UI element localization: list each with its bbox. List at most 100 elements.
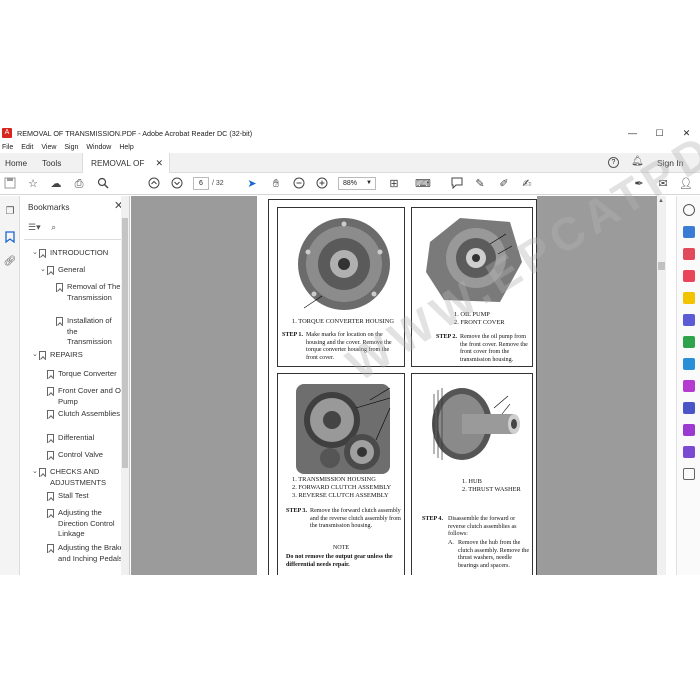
draw-icon[interactable]: ✐ bbox=[497, 177, 511, 191]
menu-file[interactable]: File bbox=[2, 144, 13, 151]
bookmarks-scrollbar[interactable] bbox=[121, 196, 129, 575]
chevron-down-icon[interactable]: ⌄ bbox=[32, 350, 38, 361]
bookmark-item[interactable]: ⌄ REPAIRS bbox=[32, 350, 126, 361]
bookmark-flag-icon bbox=[39, 249, 46, 258]
comment-icon[interactable] bbox=[450, 177, 464, 191]
comment-tool-icon[interactable] bbox=[683, 292, 695, 304]
bookmark-flag-icon bbox=[47, 266, 54, 275]
bookmark-item[interactable]: Installation of the Transmission bbox=[56, 316, 121, 348]
acrobat-icon: A bbox=[2, 128, 12, 138]
menu-help[interactable]: Help bbox=[119, 144, 133, 151]
combine-files-icon[interactable] bbox=[683, 314, 695, 326]
right-tools-rail bbox=[676, 196, 700, 575]
document-viewport[interactable]: 1. TORQUE CONVERTER HOUSING STEP 1. Make… bbox=[131, 125, 700, 575]
highlight-pen-icon[interactable]: ✎ bbox=[473, 177, 487, 191]
fill-sign-icon[interactable]: ✒ bbox=[632, 177, 646, 191]
tab-home[interactable]: Home bbox=[5, 153, 27, 173]
attachments-icon[interactable]: 🔗︎ bbox=[3, 256, 17, 270]
bookmark-flag-icon bbox=[47, 509, 54, 518]
minimize-button[interactable]: — bbox=[619, 125, 646, 141]
bookmark-item[interactable]: ⌄ CHECKS AND ADJUSTMENTS bbox=[32, 467, 120, 488]
bookmark-item[interactable]: Stall Test bbox=[47, 491, 126, 502]
tab-document[interactable]: REMOVAL OF TRA... ✕ bbox=[82, 153, 170, 188]
figure-panel-2: 1. OIL PUMP 2. FRONT COVER STEP 2. Remov… bbox=[411, 207, 533, 367]
bookmark-item[interactable]: Adjusting the Brake and Inching Pedals bbox=[47, 543, 124, 564]
bookmark-item[interactable]: ⌄ INTRODUCTION bbox=[32, 248, 126, 259]
close-button[interactable]: ✕ bbox=[673, 125, 700, 141]
star-bookmark-icon[interactable]: ☆ bbox=[26, 177, 40, 191]
bookmark-item[interactable]: Clutch Assemblies bbox=[47, 409, 126, 420]
request-signature-icon[interactable] bbox=[683, 446, 695, 458]
edit-pdf-icon[interactable] bbox=[683, 270, 695, 282]
step-label: STEP 1. bbox=[282, 332, 303, 338]
left-navigation-rail: ❐ 🔗︎ bbox=[0, 196, 20, 575]
email-icon[interactable]: ✉ bbox=[656, 177, 670, 191]
scroll-up-icon[interactable]: ▲ bbox=[658, 198, 664, 204]
zoom-tool-icon[interactable] bbox=[683, 204, 695, 216]
hub-thrust-washer-photo bbox=[422, 380, 526, 470]
share-user-icon[interactable]: 👤︎ bbox=[679, 177, 693, 191]
maximize-button[interactable]: ☐ bbox=[646, 125, 673, 141]
chevron-down-icon[interactable]: ⌄ bbox=[40, 265, 46, 276]
print-icon[interactable]: ⎙ bbox=[72, 177, 86, 191]
select-cursor-icon[interactable]: ➤ bbox=[245, 177, 259, 191]
page-fit-icon[interactable]: ⊞ bbox=[387, 177, 401, 191]
scan-ocr-icon[interactable] bbox=[683, 358, 695, 370]
chevron-down-icon[interactable]: ⌄ bbox=[32, 248, 38, 259]
bookmark-item[interactable]: ⌄ General bbox=[40, 265, 126, 276]
step-text: Make marks for location on the housing a… bbox=[306, 332, 392, 361]
chevron-down-icon[interactable]: ⌄ bbox=[32, 467, 38, 478]
save-icon[interactable] bbox=[3, 177, 17, 191]
step-label: STEP 2. bbox=[436, 334, 457, 340]
bookmark-item[interactable]: Differential bbox=[47, 433, 126, 444]
previous-page-icon[interactable] bbox=[147, 177, 161, 191]
protect-icon[interactable] bbox=[683, 402, 695, 414]
help-icon[interactable]: ? bbox=[608, 157, 619, 168]
bookmark-label: Stall Test bbox=[58, 491, 89, 500]
more-tools-icon[interactable] bbox=[683, 468, 695, 480]
bookmark-flag-icon bbox=[56, 317, 63, 326]
scrollbar-thumb[interactable] bbox=[122, 218, 128, 468]
menu-view[interactable]: View bbox=[41, 144, 56, 151]
torque-converter-housing-photo bbox=[290, 212, 394, 312]
bookmark-item[interactable]: Removal of The Transmission bbox=[56, 282, 121, 303]
zoom-in-icon[interactable] bbox=[315, 177, 329, 191]
page-thumbnails-icon[interactable]: ❐ bbox=[3, 206, 17, 220]
bookmark-item[interactable]: Front Cover and Oil Pump bbox=[47, 386, 126, 407]
zoom-level-select[interactable]: 88% ▼ bbox=[338, 177, 376, 190]
menu-window[interactable]: Window bbox=[86, 144, 111, 151]
oil-pump-front-cover-photo bbox=[420, 212, 526, 308]
zoom-out-icon[interactable] bbox=[292, 177, 306, 191]
page-total: / 32 bbox=[212, 180, 224, 187]
bookmark-item[interactable]: Control Valve bbox=[47, 450, 126, 461]
create-pdf-icon[interactable] bbox=[683, 248, 695, 260]
page-number-input[interactable]: 6 bbox=[193, 177, 209, 190]
keyboard-icon[interactable]: ⌨ bbox=[415, 177, 431, 191]
scrollbar-thumb[interactable] bbox=[658, 262, 665, 270]
menu-edit[interactable]: Edit bbox=[21, 144, 33, 151]
close-tab-icon[interactable]: ✕ bbox=[155, 153, 163, 173]
send-for-signature-icon[interactable] bbox=[683, 424, 695, 436]
menu-sign[interactable]: Sign bbox=[64, 144, 78, 151]
notification-bell-icon[interactable]: 🔔︎ bbox=[631, 156, 644, 167]
sign-icon[interactable]: ✍︎ bbox=[520, 177, 534, 191]
bookmark-label: INTRODUCTION bbox=[50, 248, 109, 257]
fill-sign-tool-icon[interactable] bbox=[683, 380, 695, 392]
export-pdf-icon[interactable] bbox=[683, 226, 695, 238]
bookmark-item[interactable]: Torque Converter bbox=[47, 369, 126, 380]
find-search-icon[interactable] bbox=[96, 177, 110, 191]
hand-pan-icon[interactable]: ✋︎ bbox=[269, 177, 283, 191]
bookmark-flag-icon bbox=[56, 283, 63, 292]
find-bookmark-icon[interactable]: ⌕ bbox=[51, 222, 56, 232]
step-label: STEP 3. bbox=[286, 508, 307, 514]
bookmark-options-menu-icon[interactable]: ☰▾ bbox=[28, 222, 41, 232]
document-scrollbar[interactable]: ▲ bbox=[657, 196, 666, 575]
organize-pages-icon[interactable] bbox=[683, 336, 695, 348]
bookmark-item[interactable]: Adjusting the Direction Control Linkage bbox=[47, 508, 124, 540]
bookmarks-icon[interactable] bbox=[3, 231, 17, 245]
next-page-icon[interactable] bbox=[170, 177, 184, 191]
tab-tools[interactable]: Tools bbox=[42, 153, 61, 173]
sign-in-link[interactable]: Sign In bbox=[657, 153, 683, 173]
cloud-upload-icon[interactable]: ☁ bbox=[49, 177, 63, 191]
step-label: STEP 4. bbox=[422, 516, 443, 522]
